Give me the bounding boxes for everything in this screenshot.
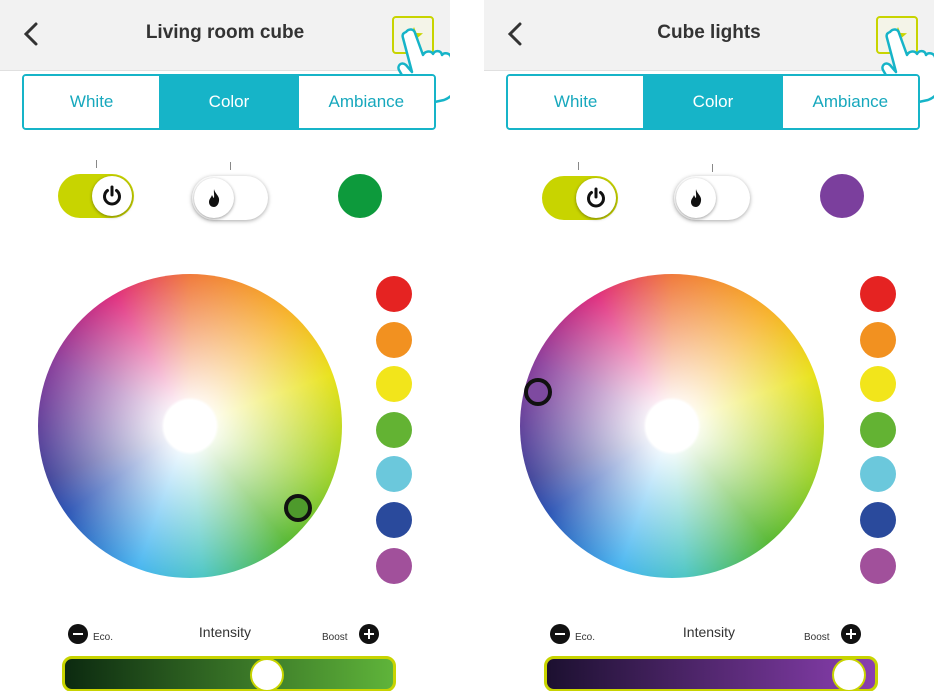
mode-tabs: White Color Ambiance: [22, 74, 436, 130]
color-wheel[interactable]: [520, 274, 824, 578]
tab-white[interactable]: White: [508, 76, 646, 128]
plus-icon[interactable]: [359, 624, 379, 644]
back-icon[interactable]: [20, 20, 44, 48]
tab-white[interactable]: White: [24, 76, 162, 128]
swatch-light-blue[interactable]: [860, 456, 896, 492]
swatch-green[interactable]: [376, 412, 412, 448]
flame-icon: [691, 189, 702, 207]
toggle-tick-mark: [230, 162, 231, 170]
swatch-dark-blue[interactable]: [860, 502, 896, 538]
current-color-indicator[interactable]: [338, 174, 382, 218]
page-title: Living room cube: [145, 22, 305, 43]
tab-color[interactable]: Color: [645, 76, 783, 128]
swatch-red[interactable]: [860, 276, 896, 312]
color-selector-handle[interactable]: [284, 494, 312, 522]
power-toggle-knob: [92, 176, 132, 216]
flame-toggle-knob: [676, 178, 716, 218]
swatch-dark-blue[interactable]: [376, 502, 412, 538]
toggle-tick-mark: [578, 162, 579, 170]
power-toggle[interactable]: [58, 174, 134, 218]
tab-ambiance[interactable]: Ambiance: [782, 76, 918, 128]
power-toggle[interactable]: [542, 176, 618, 220]
power-icon: [103, 185, 121, 206]
intensity-label: Intensity: [198, 624, 252, 640]
tab-color[interactable]: Color: [161, 76, 299, 128]
swatch-yellow[interactable]: [860, 366, 896, 402]
boost-label: Boost: [804, 632, 830, 643]
flame-toggle[interactable]: [674, 176, 750, 220]
current-color-indicator[interactable]: [820, 174, 864, 218]
intensity-header: Eco. Intensity Boost: [484, 620, 934, 648]
back-icon[interactable]: [504, 20, 528, 48]
swatch-purple[interactable]: [376, 548, 412, 584]
header-bar: Cube lights: [484, 0, 934, 104]
light-control-screen-living-room: Living room cube White Color Ambiance Ec…: [0, 0, 450, 691]
boost-label: Boost: [322, 632, 348, 643]
flame-toggle[interactable]: [192, 176, 268, 220]
swatch-light-blue[interactable]: [376, 456, 412, 492]
color-selector-handle[interactable]: [524, 378, 552, 406]
color-wheel[interactable]: [38, 274, 342, 578]
intensity-slider[interactable]: [544, 656, 878, 691]
intensity-slider-thumb[interactable]: [250, 658, 284, 691]
mode-tabs: White Color Ambiance: [506, 74, 920, 130]
swatch-red[interactable]: [376, 276, 412, 312]
swatch-green[interactable]: [860, 412, 896, 448]
intensity-slider-thumb[interactable]: [832, 658, 866, 691]
light-control-screen-cube-lights: Cube lights White Color Ambiance Eco. In…: [484, 0, 934, 691]
power-icon: [587, 187, 605, 208]
swatch-orange[interactable]: [376, 322, 412, 358]
intensity-slider[interactable]: [62, 656, 396, 691]
swatch-purple[interactable]: [860, 548, 896, 584]
toggle-tick-mark: [712, 164, 713, 172]
favorite-button[interactable]: [876, 16, 918, 54]
power-toggle-knob: [576, 178, 616, 218]
swatch-orange[interactable]: [860, 322, 896, 358]
toggle-tick-mark: [96, 160, 97, 168]
intensity-label: Intensity: [682, 624, 736, 640]
favorite-button[interactable]: [392, 16, 434, 54]
star-icon: [889, 27, 907, 44]
intensity-header: Eco. Intensity Boost: [0, 620, 450, 648]
flame-toggle-knob: [194, 178, 234, 218]
swatch-yellow[interactable]: [376, 366, 412, 402]
plus-icon[interactable]: [841, 624, 861, 644]
header-bar: Living room cube: [0, 0, 450, 104]
page-title: Cube lights: [657, 22, 761, 43]
flame-icon: [209, 189, 220, 207]
star-icon: [405, 27, 423, 44]
tab-ambiance[interactable]: Ambiance: [298, 76, 434, 128]
